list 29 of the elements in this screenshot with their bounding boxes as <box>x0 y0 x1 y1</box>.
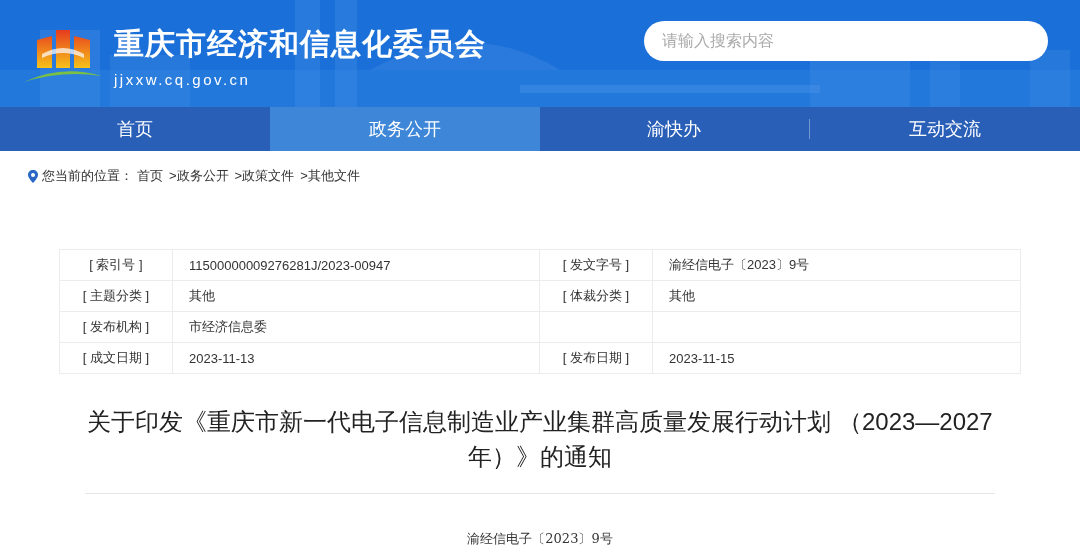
field-value: 2023-11-15 <box>652 342 1021 374</box>
breadcrumb-link[interactable]: >政策文件 <box>234 167 295 185</box>
field-label: [ 成文日期 ] <box>59 342 173 374</box>
field-label: [ 发布日期 ] <box>539 342 653 374</box>
field-label: [ 索引号 ] <box>59 249 173 281</box>
field-label: [ 发布机构 ] <box>59 311 173 343</box>
field-value: 其他 <box>652 280 1021 312</box>
breadcrumb-link[interactable]: 首页 <box>137 167 163 185</box>
nav-tab[interactable]: 渝快办 <box>539 107 810 151</box>
nav-tab[interactable]: 首页 <box>0 107 270 151</box>
site-domain: jjxxw.cq.gov.cn <box>114 70 252 88</box>
field-value: 11500000009276281J/2023-00947 <box>172 249 540 281</box>
site-title: 重庆市经济和信息化委员会 <box>114 25 486 62</box>
field-value: 其他 <box>172 280 540 312</box>
field-value: 市经济信息委 <box>172 311 540 343</box>
field-label: [ 体裁分类 ] <box>539 280 653 312</box>
search-field[interactable]: 请输入搜索内容 <box>644 20 1048 61</box>
field-value: 渝经信电子〔2023〕9号 <box>652 249 1021 281</box>
nav-tab[interactable]: 政务公开 <box>269 107 540 151</box>
breadcrumb-link[interactable]: >政务公开 <box>169 167 229 185</box>
nav-tab[interactable]: 互动交流 <box>810 107 1080 151</box>
field-value: 2023-11-13 <box>172 342 540 374</box>
breadcrumb-label: 您当前的位置： <box>42 167 133 185</box>
field-label: [ 主题分类 ] <box>59 280 173 312</box>
article-title: 关于印发《重庆市新一代电子信息制造业产业集群高质量发展行动计划 （2023—2027年）》的通知 <box>86 407 994 472</box>
field-label: [ 发文字号 ] <box>539 249 653 281</box>
breadcrumb-link[interactable]: >其他文件 <box>300 167 360 185</box>
location-pin-icon <box>28 169 38 183</box>
document-number: 渝经信电子〔2023〕9号 <box>466 530 614 548</box>
